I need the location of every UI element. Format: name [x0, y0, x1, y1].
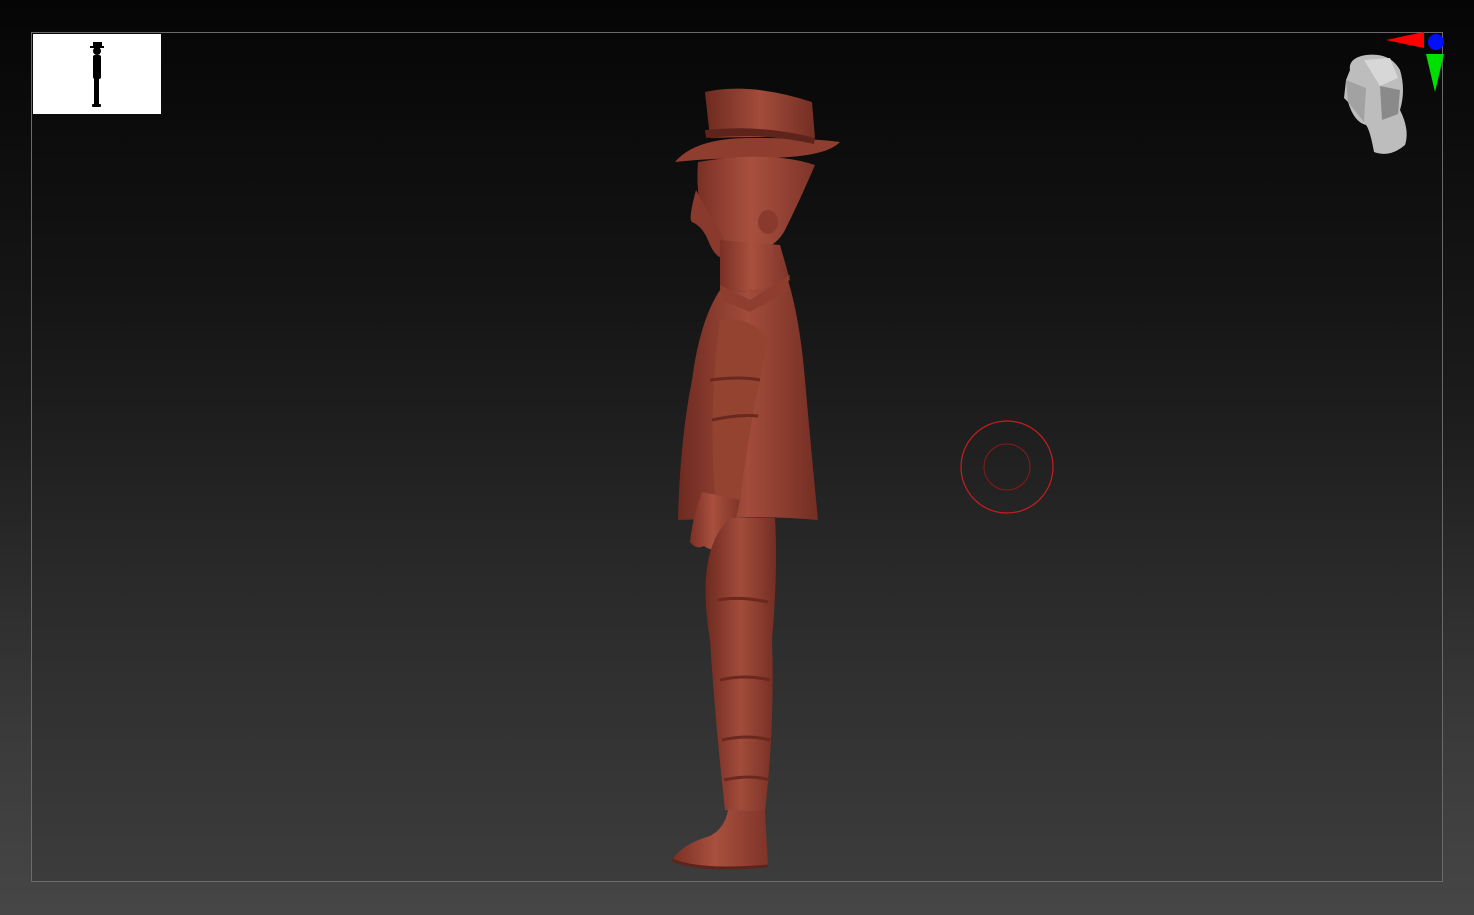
z-axis-dot[interactable]: [1428, 34, 1444, 50]
gizmo-head[interactable]: [1344, 54, 1407, 154]
silhouette-icon: [90, 42, 104, 107]
pants: [705, 518, 776, 812]
navigation-head-gizmo[interactable]: [1330, 30, 1460, 165]
y-axis-arrow[interactable]: [1426, 54, 1444, 92]
shoe: [671, 810, 769, 870]
hat: [675, 88, 840, 162]
head: [690, 156, 815, 292]
silhouette-thumbnail[interactable]: [33, 34, 161, 114]
x-axis-arrow[interactable]: [1386, 32, 1424, 48]
sculpt-figure[interactable]: [600, 80, 900, 880]
jacket: [678, 275, 818, 520]
brush-cursor: [960, 420, 1054, 514]
